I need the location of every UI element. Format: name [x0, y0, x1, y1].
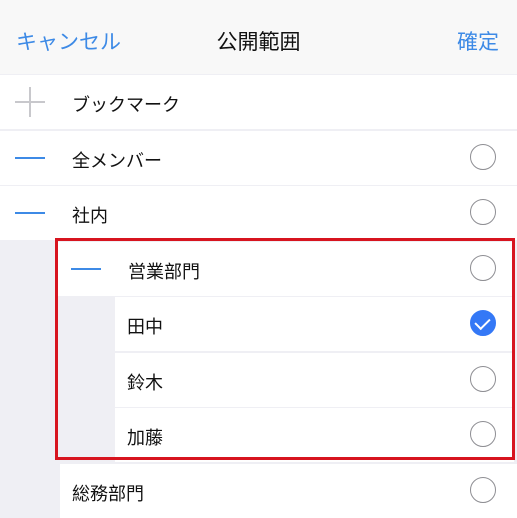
list-item-label: ブックマーク — [72, 95, 180, 116]
list-item-label: 総務部門 — [72, 484, 144, 505]
list-item-label: 社内 — [72, 206, 108, 227]
list-item-all-members[interactable]: 全メンバー — [0, 131, 517, 185]
list-item-label: 鈴木 — [127, 373, 163, 394]
collapse-minus-icon[interactable] — [0, 186, 58, 240]
list-item-label: 営業部門 — [128, 262, 200, 283]
navigation-bar: キャンセル 公開範囲 確定 — [0, 0, 517, 74]
list-item-sales-dept[interactable]: 営業部門 — [56, 242, 514, 296]
confirm-button[interactable]: 確定 — [457, 26, 499, 56]
collapse-minus-icon[interactable] — [56, 242, 114, 296]
radio-button[interactable] — [470, 477, 496, 503]
radio-button[interactable] — [470, 421, 496, 447]
list-item-general-affairs-dept[interactable]: 総務部門 — [60, 464, 517, 518]
list-item-label: 全メンバー — [72, 151, 162, 172]
radio-button[interactable] — [470, 366, 496, 392]
radio-button[interactable] — [470, 144, 496, 170]
list-item-tanaka[interactable]: 田中 — [115, 297, 514, 351]
list-item-suzuki[interactable]: 鈴木 — [115, 353, 514, 407]
radio-button[interactable] — [470, 199, 496, 225]
expand-plus-icon[interactable] — [0, 75, 58, 129]
page-title: 公開範囲 — [216, 30, 301, 54]
list-item-in-house[interactable]: 社内 — [0, 186, 517, 240]
radio-checked-icon[interactable] — [470, 310, 496, 336]
list-item-label: 加藤 — [127, 428, 163, 449]
collapse-minus-icon[interactable] — [0, 131, 58, 185]
radio-button[interactable] — [470, 255, 496, 281]
list-item-kato[interactable]: 加藤 — [115, 408, 514, 462]
list-item-label: 田中 — [127, 317, 163, 338]
list-item-bookmark[interactable]: ブックマーク — [0, 75, 517, 129]
